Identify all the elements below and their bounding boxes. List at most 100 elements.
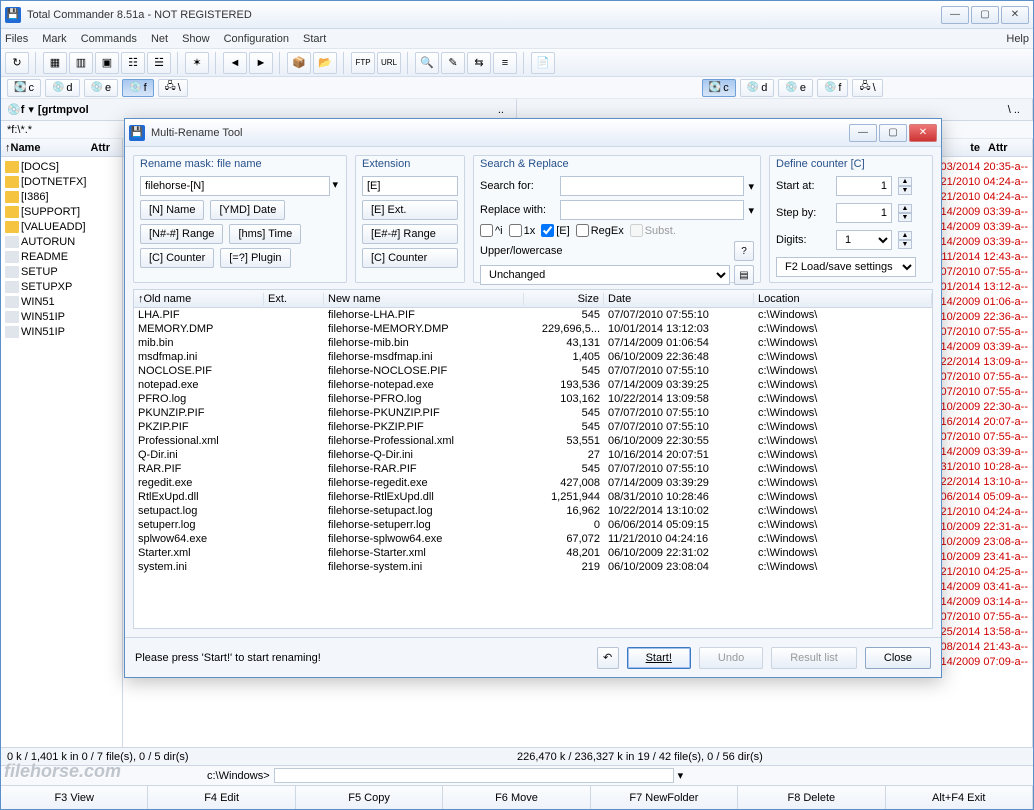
btn-E[interactable]: [E] Ext. <box>362 200 458 220</box>
search-dropdown-icon[interactable]: ▾ <box>748 180 754 193</box>
menu-mark[interactable]: Mark <box>42 33 66 45</box>
spin-down-icon[interactable]: ▼ <box>898 240 912 249</box>
table-row[interactable]: Professional.xmlfilehorse-Professional.x… <box>134 434 932 448</box>
list-item[interactable]: [SUPPORT] <box>3 204 120 219</box>
spin-down-icon[interactable]: ▼ <box>898 186 912 195</box>
counter-digits-select[interactable]: 1 <box>836 230 892 250</box>
search-icon[interactable]: 🔍 <box>415 52 439 74</box>
menu-files[interactable]: Files <box>5 33 28 45</box>
spin-up-icon[interactable]: ▲ <box>898 177 912 186</box>
close-button[interactable]: ✕ <box>1001 6 1029 24</box>
sync-icon[interactable]: ⇆ <box>467 52 491 74</box>
dlg-minimize-button[interactable]: — <box>849 124 877 142</box>
menu-start[interactable]: Start <box>303 33 326 45</box>
list-item[interactable]: WIN51IP <box>3 324 120 339</box>
view-tree-icon[interactable]: ☷ <box>121 52 145 74</box>
left-drive-e[interactable]: 💿e <box>84 79 119 97</box>
menu-commands[interactable]: Commands <box>81 33 137 45</box>
fkey-f8[interactable]: F8 Delete <box>738 786 885 809</box>
ext-input[interactable] <box>362 176 458 196</box>
spin-down-icon[interactable]: ▼ <box>898 213 912 222</box>
back-icon[interactable]: ◄ <box>223 52 247 74</box>
cmd-input[interactable] <box>274 768 674 783</box>
undo-step-icon[interactable]: ↶ <box>597 647 619 669</box>
right-path[interactable]: \ .. <box>517 99 1033 120</box>
table-row[interactable]: Starter.xmlfilehorse-Starter.xml48,20106… <box>134 546 932 560</box>
left-drive-f[interactable]: 💿f <box>122 79 154 97</box>
upper-lower-select[interactable]: Unchanged <box>480 265 730 285</box>
right-updir[interactable]: \ .. <box>1002 104 1026 116</box>
multirename-icon[interactable]: ✎ <box>441 52 465 74</box>
list-item[interactable]: README <box>3 249 120 264</box>
table-row[interactable]: msdfmap.inifilehorse-msdfmap.ini1,40506/… <box>134 350 932 364</box>
fkey-f5[interactable]: F5 Copy <box>296 786 443 809</box>
left-drive-d[interactable]: 💿d <box>45 79 80 97</box>
right-drive-e[interactable]: 💿e <box>778 79 813 97</box>
mask-input[interactable] <box>140 176 330 196</box>
dlg-maximize-button[interactable]: ▢ <box>879 124 907 142</box>
list-item[interactable]: AUTORUN <box>3 234 120 249</box>
left-file-list[interactable]: [DOCS][DOTNETFX][I386][SUPPORT][VALUEADD… <box>1 157 122 747</box>
table-row[interactable]: PKZIP.PIFfilehorse-PKZIP.PIF54507/07/201… <box>134 420 932 434</box>
table-row[interactable]: mib.binfilehorse-mib.bin43,13107/14/2009… <box>134 336 932 350</box>
table-row[interactable]: system.inifilehorse-system.ini21906/10/2… <box>134 560 932 574</box>
right-drive-c[interactable]: 💽c <box>702 79 736 97</box>
refresh-icon[interactable]: ↻ <box>5 52 29 74</box>
table-row[interactable]: setuperr.logfilehorse-setuperr.log006/06… <box>134 518 932 532</box>
list-item[interactable]: WIN51IP <box>3 309 120 324</box>
btn-C-counter[interactable]: [C] Counter <box>140 248 214 268</box>
fkey-f6[interactable]: F6 Move <box>443 786 590 809</box>
view-thumb-icon[interactable]: ▣ <box>95 52 119 74</box>
preview-header[interactable]: ↑Old name Ext. New name Size Date Locati… <box>134 290 932 308</box>
left-path[interactable]: 💿f ▾ [grtmpvol .. <box>1 99 517 120</box>
dlg-close-button[interactable]: ✕ <box>909 124 937 142</box>
chk-E[interactable] <box>541 224 554 237</box>
right-drive-net[interactable]: 🖧\ <box>852 79 882 97</box>
list-item[interactable]: [VALUEADD] <box>3 219 120 234</box>
ftp-icon[interactable]: FTP <box>351 52 375 74</box>
chk-case-insensitive[interactable] <box>480 224 493 237</box>
table-row[interactable]: RAR.PIFfilehorse-RAR.PIF54507/07/2010 07… <box>134 462 932 476</box>
view-custom-icon[interactable]: ☱ <box>147 52 171 74</box>
replace-dropdown-icon[interactable]: ▾ <box>748 204 754 217</box>
url-icon[interactable]: URL <box>377 52 401 74</box>
btn-E-counter[interactable]: [C] Counter <box>362 248 458 268</box>
menu-net[interactable]: Net <box>151 33 168 45</box>
chk-regex[interactable] <box>576 224 589 237</box>
mask-dropdown-icon[interactable]: ▾ <box>330 176 340 196</box>
close-dialog-button[interactable]: Close <box>865 647 931 669</box>
view-brief-icon[interactable]: ▦ <box>43 52 67 74</box>
edit-list-icon[interactable]: ▤ <box>734 265 754 285</box>
spin-up-icon[interactable]: ▲ <box>898 204 912 213</box>
search-for-input[interactable] <box>560 176 744 196</box>
help-button[interactable]: ? <box>734 241 754 261</box>
btn-N-range[interactable]: [N#-#] Range <box>140 224 223 244</box>
btn-E-range[interactable]: [E#-#] Range <box>362 224 458 244</box>
list-item[interactable]: [DOCS] <box>3 159 120 174</box>
counter-step-input[interactable] <box>836 203 892 223</box>
btn-plugin[interactable]: [=?] Plugin <box>220 248 290 268</box>
table-row[interactable]: setupact.logfilehorse-setupact.log16,962… <box>134 504 932 518</box>
view-full-icon[interactable]: ▥ <box>69 52 93 74</box>
menu-show[interactable]: Show <box>182 33 210 45</box>
table-row[interactable]: LHA.PIFfilehorse-LHA.PIF54507/07/2010 07… <box>134 308 932 322</box>
fkey-f4[interactable]: F4 Edit <box>148 786 295 809</box>
table-row[interactable]: regedit.exefilehorse-regedit.exe427,0080… <box>134 476 932 490</box>
notepad-icon[interactable]: 📄 <box>531 52 555 74</box>
replace-with-input[interactable] <box>560 200 744 220</box>
menu-configuration[interactable]: Configuration <box>224 33 289 45</box>
fkey-f7[interactable]: F7 NewFolder <box>591 786 738 809</box>
chk-1x[interactable] <box>509 224 522 237</box>
btn-YMD[interactable]: [YMD] Date <box>210 200 285 220</box>
load-save-settings[interactable]: F2 Load/save settings <box>776 257 916 277</box>
table-row[interactable]: NOCLOSE.PIFfilehorse-NOCLOSE.PIF54507/07… <box>134 364 932 378</box>
menu-help[interactable]: Help <box>1006 33 1029 45</box>
btn-hms[interactable]: [hms] Time <box>229 224 301 244</box>
unpack-icon[interactable]: 📂 <box>313 52 337 74</box>
spin-up-icon[interactable]: ▲ <box>898 231 912 240</box>
list-item[interactable]: SETUPXP <box>3 279 120 294</box>
counter-start-input[interactable] <box>836 176 892 196</box>
fkey-f3[interactable]: F3 View <box>1 786 148 809</box>
fkey-altf4[interactable]: Alt+F4 Exit <box>886 786 1033 809</box>
start-button[interactable]: Start! <box>627 647 691 669</box>
